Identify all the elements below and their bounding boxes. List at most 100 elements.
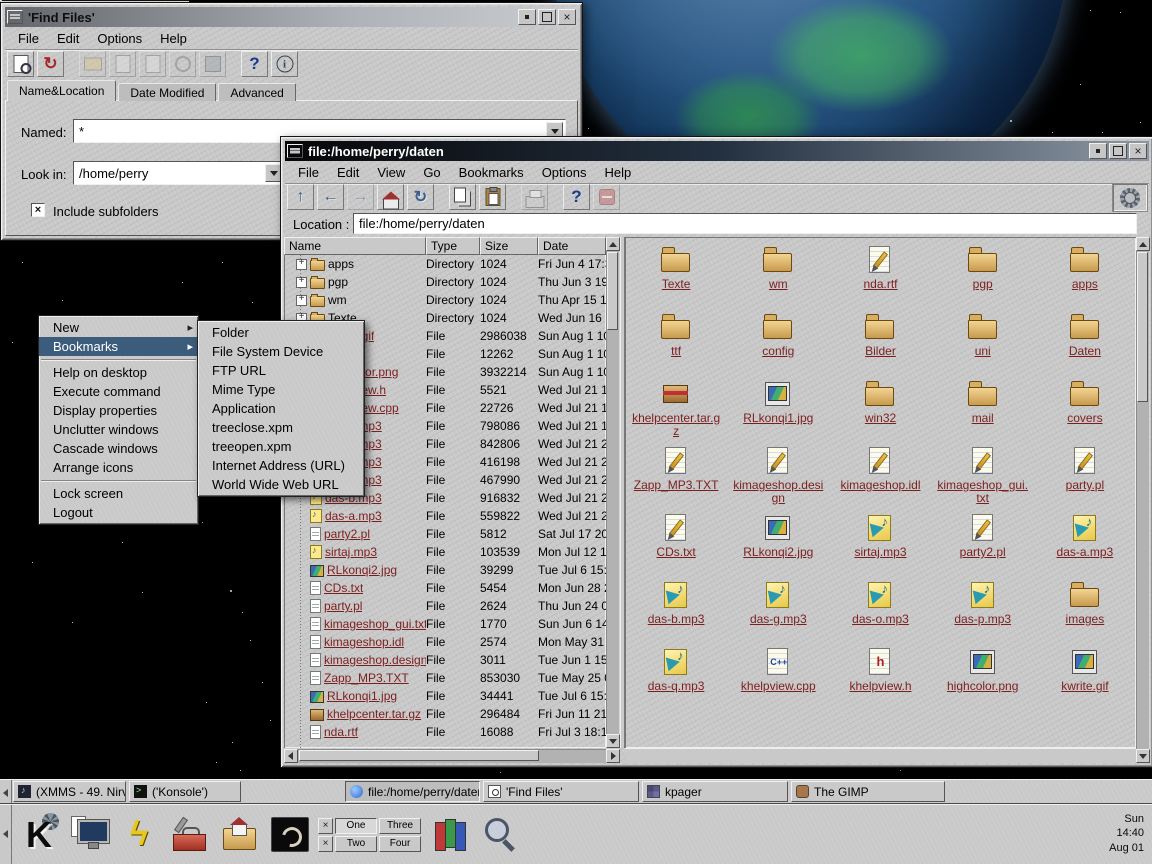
- file-name[interactable]: kimageshop.idl: [324, 635, 404, 649]
- file-icon-item[interactable]: win32: [829, 378, 931, 445]
- taskbar-button[interactable]: (XMMS - 49. Nirvan...: [13, 781, 126, 802]
- file-label[interactable]: wm: [769, 278, 788, 291]
- submenu-item[interactable]: treeclose.xpm: [198, 418, 364, 437]
- table-row[interactable]: kimageshop.idl File 2574 Mon May 31 1: [284, 633, 606, 651]
- taskbar-button[interactable]: ('Konsole'): [129, 781, 241, 802]
- file-icon-item[interactable]: mail: [932, 378, 1034, 445]
- scroll-down-button[interactable]: [1136, 749, 1150, 763]
- file-icon-item[interactable]: kwrite.gif: [1034, 646, 1136, 713]
- file-label[interactable]: kimageshop.design: [732, 479, 824, 504]
- toolbar-button[interactable]: [593, 184, 620, 210]
- file-label[interactable]: das-g.mp3: [750, 613, 807, 626]
- file-label[interactable]: party.pl: [1066, 479, 1104, 492]
- file-label[interactable]: uni: [975, 345, 991, 358]
- toolbar-button[interactable]: [139, 51, 166, 77]
- file-icon-item[interactable]: sirtaj.mp3: [829, 512, 931, 579]
- table-row[interactable]: das-a.mp3 File 559822 Wed Jul 21 2: [284, 507, 606, 525]
- taskbar-button[interactable]: kpager: [642, 781, 788, 802]
- file-label[interactable]: Bilder: [865, 345, 896, 358]
- k-menu-button[interactable]: K: [16, 810, 62, 860]
- colored-books-icon[interactable]: [427, 810, 473, 860]
- context-menu-item[interactable]: Bookmarks: [39, 337, 198, 356]
- desktop-button[interactable]: One: [335, 818, 377, 834]
- context-menu-item[interactable]: Unclutter windows: [39, 420, 198, 439]
- file-label[interactable]: das-a.mp3: [1057, 546, 1114, 559]
- file-icon-item[interactable]: nda.rtf: [829, 244, 931, 311]
- taskbar-button[interactable]: 'Find Files': [483, 781, 639, 802]
- desktop-button[interactable]: Four: [379, 836, 421, 852]
- file-icon-item[interactable]: config: [727, 311, 829, 378]
- menu-item[interactable]: File: [289, 162, 328, 183]
- include-subfolders-checkbox[interactable]: [31, 203, 45, 217]
- column-header[interactable]: Date: [538, 237, 606, 255]
- home-folder-icon[interactable]: [216, 810, 262, 860]
- menu-item[interactable]: Go: [414, 162, 449, 183]
- menu-item[interactable]: View: [368, 162, 414, 183]
- file-icon-item[interactable]: das-b.mp3: [625, 579, 727, 646]
- file-label[interactable]: RLkonqi1.jpg: [743, 412, 813, 425]
- file-icon-item[interactable]: khelpcenter.tar.gz: [625, 378, 727, 445]
- table-row[interactable]: nda.rtf File 16088 Fri Jul 3 18:1: [284, 723, 606, 741]
- file-icon-item[interactable]: das-a.mp3: [1034, 512, 1136, 579]
- toolbar-button[interactable]: [317, 184, 344, 210]
- file-name[interactable]: sirtaj.mp3: [325, 545, 377, 559]
- tree-scrollbar[interactable]: [606, 237, 620, 748]
- file-icon-item[interactable]: ttf: [625, 311, 727, 378]
- minimize-button[interactable]: [1089, 143, 1107, 159]
- scrollbar-thumb[interactable]: [607, 252, 618, 330]
- file-label[interactable]: Zapp_MP3.TXT: [634, 479, 719, 492]
- scrollbar-thumb[interactable]: [1137, 252, 1148, 402]
- file-label[interactable]: config: [762, 345, 794, 358]
- file-label[interactable]: images: [1066, 613, 1105, 626]
- menu-item[interactable]: Edit: [48, 28, 88, 49]
- maximize-button[interactable]: [1109, 143, 1127, 159]
- file-label[interactable]: khelpview.h: [849, 680, 911, 693]
- minimize-button[interactable]: [518, 9, 536, 25]
- toolbar-button[interactable]: [521, 184, 548, 210]
- scrollbar-thumb[interactable]: [299, 750, 539, 761]
- close-button[interactable]: ×: [558, 9, 576, 25]
- tab[interactable]: Name&Location: [7, 80, 116, 101]
- table-row[interactable]: Zapp_MP3.TXT File 853030 Tue May 25 0: [284, 669, 606, 687]
- file-icon-item[interactable]: das-q.mp3: [625, 646, 727, 713]
- toolbar-button[interactable]: [271, 51, 298, 77]
- submenu-item[interactable]: Application: [198, 399, 364, 418]
- file-label[interactable]: khelpcenter.tar.gz: [630, 412, 722, 437]
- file-icon-item[interactable]: images: [1034, 579, 1136, 646]
- file-label[interactable]: party2.pl: [960, 546, 1006, 559]
- file-icon-item[interactable]: Daten: [1034, 311, 1136, 378]
- toolbar-button[interactable]: [377, 184, 404, 210]
- file-name[interactable]: apps: [328, 257, 354, 271]
- shell-terminal-icon[interactable]: [266, 810, 312, 860]
- file-name[interactable]: RLkonqi2.jpg: [327, 563, 397, 577]
- file-label[interactable]: nda.rtf: [863, 278, 897, 291]
- file-icon-item[interactable]: kimageshop_gui.txt: [932, 445, 1034, 512]
- menu-item[interactable]: Help: [151, 28, 196, 49]
- panel-hide-button[interactable]: [0, 805, 12, 864]
- window-menu-icon[interactable]: [7, 10, 23, 24]
- file-icon-item[interactable]: uni: [932, 311, 1034, 378]
- file-icon-item[interactable]: das-g.mp3: [727, 579, 829, 646]
- magnifier-icon[interactable]: [477, 810, 523, 860]
- toolbar-button[interactable]: [563, 184, 590, 210]
- file-icon-item[interactable]: das-o.mp3: [829, 579, 931, 646]
- file-icon-item[interactable]: CDs.txt: [625, 512, 727, 579]
- table-row[interactable]: party.pl File 2624 Thu Jun 24 0: [284, 597, 606, 615]
- scroll-left-button[interactable]: [284, 749, 298, 763]
- file-label[interactable]: das-o.mp3: [852, 613, 909, 626]
- menu-item[interactable]: Help: [596, 162, 641, 183]
- file-label[interactable]: win32: [865, 412, 896, 425]
- table-row[interactable]: party2.pl File 5812 Sat Jul 17 20:: [284, 525, 606, 543]
- file-icon-item[interactable]: kimageshop.idl: [829, 445, 931, 512]
- tree-expander-icon[interactable]: [296, 277, 307, 288]
- toolbar-button[interactable]: [79, 51, 106, 77]
- file-label[interactable]: sirtaj.mp3: [854, 546, 906, 559]
- submenu-item[interactable]: FTP URL: [198, 361, 364, 380]
- location-input[interactable]: file:/home/perry/daten: [353, 213, 1137, 234]
- file-label[interactable]: mail: [972, 412, 994, 425]
- submenu-item[interactable]: Internet Address (URL): [198, 456, 364, 475]
- submenu-item[interactable]: File System Device: [198, 342, 364, 361]
- file-name[interactable]: CDs.txt: [324, 581, 363, 595]
- file-name[interactable]: kimageshop.design: [324, 653, 426, 667]
- table-row[interactable]: kimageshop_gui.txt File 1770 Sun Jun 6 1…: [284, 615, 606, 633]
